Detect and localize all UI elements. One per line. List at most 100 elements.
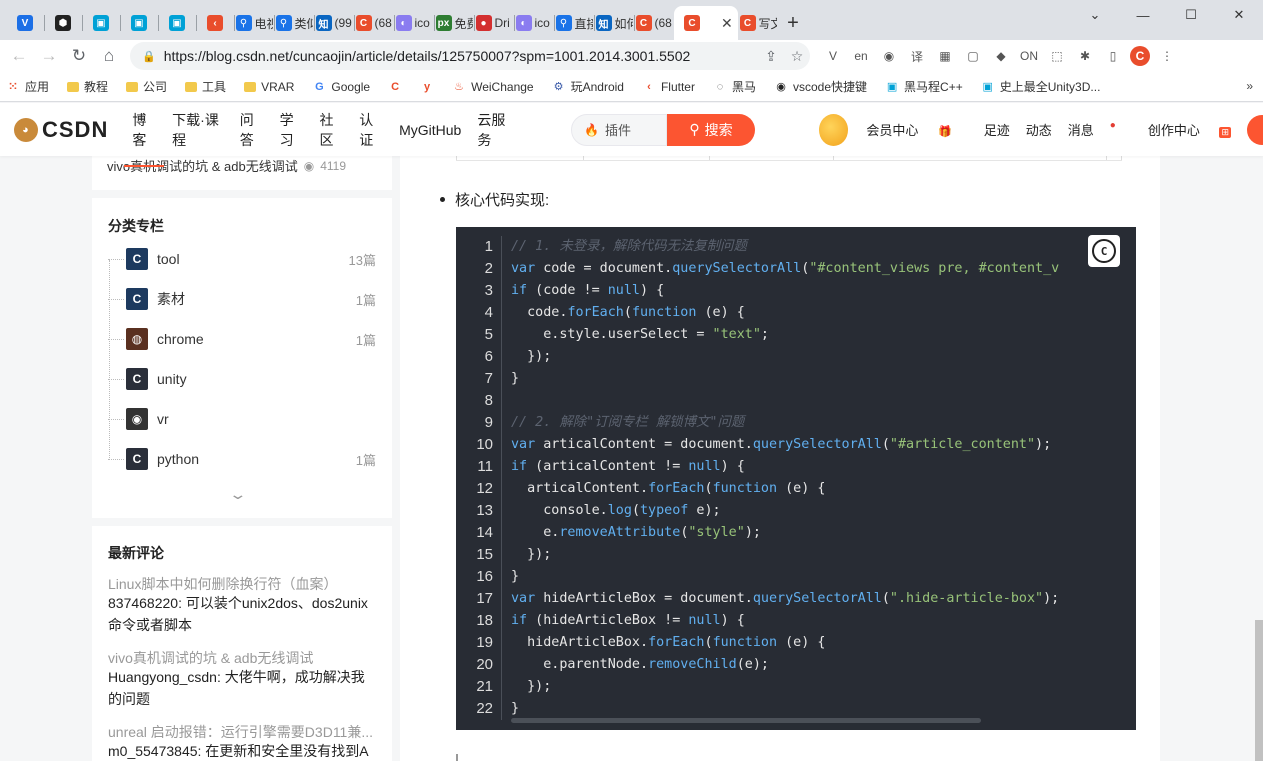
vip-center-link[interactable]: 会员中心 🎁 bbox=[866, 120, 967, 139]
tab-search-icon[interactable]: ⌄ bbox=[1071, 0, 1119, 30]
browser-tab[interactable]: 知 (99 bbox=[314, 6, 354, 40]
browser-tab[interactable]: C写文 bbox=[738, 6, 778, 40]
close-window-button[interactable]: ✕ bbox=[1215, 0, 1263, 30]
url-input[interactable]: 🔒 https://blog.csdn.net/cuncaojin/articl… bbox=[130, 42, 810, 70]
code-horizontal-scrollbar[interactable] bbox=[511, 718, 981, 723]
extension-icon[interactable]: ▯ bbox=[1102, 45, 1124, 67]
extension-icon[interactable]: ON bbox=[1018, 45, 1040, 67]
share-icon[interactable]: ⇪ bbox=[758, 48, 784, 65]
nav-item[interactable]: 云服务 bbox=[469, 110, 521, 150]
reload-button[interactable]: ↻ bbox=[64, 41, 94, 71]
nav-item[interactable]: 学习 bbox=[272, 110, 312, 150]
browser-tab[interactable]: C (68 bbox=[354, 6, 394, 40]
bookmark-item[interactable]: y bbox=[420, 80, 434, 94]
bookmark-star-icon[interactable]: ☆ bbox=[784, 48, 810, 65]
browser-tab[interactable]: V bbox=[6, 6, 44, 40]
browser-tab[interactable]: ▣ bbox=[158, 6, 196, 40]
extension-icon[interactable]: ✱ bbox=[1074, 45, 1096, 67]
bookmark-item[interactable]: ⚙ 玩Android bbox=[552, 78, 624, 95]
category-item[interactable]: Ctool 13篇 bbox=[108, 244, 376, 274]
search-button[interactable]: ⚲ 搜索 bbox=[667, 113, 756, 146]
browser-tab[interactable]: 知如何 bbox=[594, 6, 634, 40]
browser-tab[interactable]: ⚲直接 bbox=[554, 6, 594, 40]
bookmark-item[interactable]: ◉ vscode快捷键 bbox=[774, 78, 867, 95]
bookmark-item[interactable]: ⁙ 应用 bbox=[6, 78, 49, 95]
copy-button[interactable]: C bbox=[1088, 235, 1120, 267]
bookmark-item[interactable]: G Google bbox=[312, 80, 370, 94]
browser-tab[interactable]: ▣ bbox=[120, 6, 158, 40]
extension-icon[interactable]: ⬚ bbox=[1046, 45, 1068, 67]
comment-article-link[interactable]: unreal 启动报错：运行引擎需要D3D11兼... bbox=[108, 722, 378, 742]
bookmark-item[interactable]: ‹ Flutter bbox=[642, 80, 695, 94]
bookmark-item[interactable]: 教程 bbox=[67, 78, 108, 95]
code-lines[interactable]: // 1. 未登录，解除代码无法复制问题 var code = document.… bbox=[511, 236, 1131, 720]
nav-item[interactable]: 问答 bbox=[232, 110, 272, 150]
code-block[interactable]: 1 2 3 4 5 6 7 8 9 10 11 12 13 14 15 16 17 18 19 20 21 22 // 1… bbox=[456, 227, 1136, 730]
tab-title: (68 bbox=[374, 16, 392, 30]
expand-chevron-icon[interactable]: ⌄ bbox=[228, 486, 247, 503]
browser-tab[interactable]: ▣ bbox=[82, 6, 120, 40]
messages-link[interactable]: 消息 ● bbox=[1068, 120, 1132, 139]
nav-item[interactable]: MyGitHub bbox=[391, 122, 469, 138]
browser-tab[interactable]: ‹ bbox=[196, 6, 234, 40]
page-scrollbar[interactable] bbox=[1255, 620, 1263, 761]
browser-tab[interactable]: ● Dri bbox=[474, 6, 514, 40]
forward-button[interactable]: → bbox=[34, 41, 64, 71]
back-button[interactable]: ← bbox=[4, 41, 34, 71]
home-button[interactable]: ⌂ bbox=[94, 41, 124, 71]
extension-icon[interactable]: 译 bbox=[906, 45, 928, 67]
csdn-logo[interactable]: ◕ CSDN bbox=[14, 117, 108, 143]
user-avatar[interactable] bbox=[819, 113, 849, 146]
minimize-button[interactable]: — bbox=[1119, 0, 1167, 30]
comment-article-link[interactable]: vivo真机调试的坑 & adb无线调试 bbox=[108, 648, 378, 668]
category-item[interactable]: ◉ vr bbox=[108, 404, 376, 434]
nav-item[interactable]: 社区 bbox=[311, 110, 351, 150]
bookmark-item[interactable]: ▣ 黑马程C++ bbox=[885, 78, 963, 95]
zhihu-icon: 知 bbox=[595, 15, 612, 31]
comment-article-link[interactable]: Linux脚本中如何删除换行符（血案） bbox=[108, 574, 378, 594]
extension-icon[interactable]: ▦ bbox=[934, 45, 956, 67]
maximize-button[interactable]: ☐ bbox=[1167, 0, 1215, 30]
browser-tab[interactable]: px免费 bbox=[434, 6, 474, 40]
comment-text: m0_55473845: 在更新和安全里没有找到A bbox=[108, 743, 369, 759]
extension-icon[interactable]: ◉ bbox=[878, 45, 900, 67]
nav-item[interactable]: 下载·课程 bbox=[164, 110, 232, 150]
bookmark-item[interactable]: ▣ 史上最全Unity3D... bbox=[981, 78, 1101, 95]
browser-tab[interactable]: ⚲类似 bbox=[274, 6, 314, 40]
category-item[interactable]: Cunity bbox=[108, 364, 376, 394]
close-tab-icon[interactable]: ✕ bbox=[721, 15, 733, 32]
search-input[interactable]: 🔥 插件 bbox=[571, 113, 668, 146]
browser-tab[interactable]: ◐ ico bbox=[394, 6, 434, 40]
bookmark-item[interactable]: C bbox=[388, 80, 402, 94]
code-line: e.style.userSelect = "text"; bbox=[511, 327, 769, 342]
browser-tab[interactable]: ⬢ bbox=[44, 6, 82, 40]
bilibili-icon: ▣ bbox=[982, 81, 993, 93]
category-item[interactable]: ◍ chrome 1篇 bbox=[108, 324, 376, 354]
new-tab-button[interactable]: + bbox=[778, 6, 808, 40]
dynamic-link[interactable]: 动态 bbox=[1026, 120, 1052, 139]
browser-tab[interactable]: ⚲电视 bbox=[234, 6, 274, 40]
browser-tab[interactable]: C (68 bbox=[634, 6, 674, 40]
bookmark-item[interactable]: ◌ 黑马 bbox=[713, 78, 756, 95]
nav-item[interactable]: 认证 bbox=[351, 110, 391, 150]
bookmarks-more-icon[interactable]: » bbox=[1246, 79, 1253, 93]
extension-icon[interactable]: ▢ bbox=[962, 45, 984, 67]
extension-icon[interactable]: en bbox=[850, 45, 872, 67]
category-thumbnail-icon: C bbox=[126, 368, 148, 390]
extension-icon[interactable]: V bbox=[822, 45, 844, 67]
categories-title: 分类专栏 bbox=[108, 218, 164, 234]
category-item[interactable]: Cpython 1篇 bbox=[108, 444, 376, 474]
footprint-link[interactable]: 足迹 bbox=[984, 120, 1010, 139]
profile-avatar-icon[interactable]: C bbox=[1130, 46, 1150, 66]
browser-tab[interactable]: ◐ ico bbox=[514, 6, 554, 40]
category-item[interactable]: C 素材 1篇 bbox=[108, 284, 376, 314]
lock-icon[interactable]: 🔒 bbox=[142, 50, 156, 63]
bookmark-item[interactable]: ♨ WeiChange bbox=[452, 80, 533, 94]
active-tab[interactable]: C ✕ bbox=[674, 6, 738, 40]
bookmark-item[interactable]: VRAR bbox=[244, 80, 294, 94]
nav-item[interactable]: 博客 bbox=[124, 110, 165, 167]
browser-menu-icon[interactable]: ⋮ bbox=[1156, 45, 1178, 67]
create-center-link[interactable]: 创作中心 ⊞ bbox=[1148, 120, 1247, 139]
category-count: 1篇 bbox=[355, 332, 376, 348]
extension-icon[interactable]: ◆ bbox=[990, 45, 1012, 67]
